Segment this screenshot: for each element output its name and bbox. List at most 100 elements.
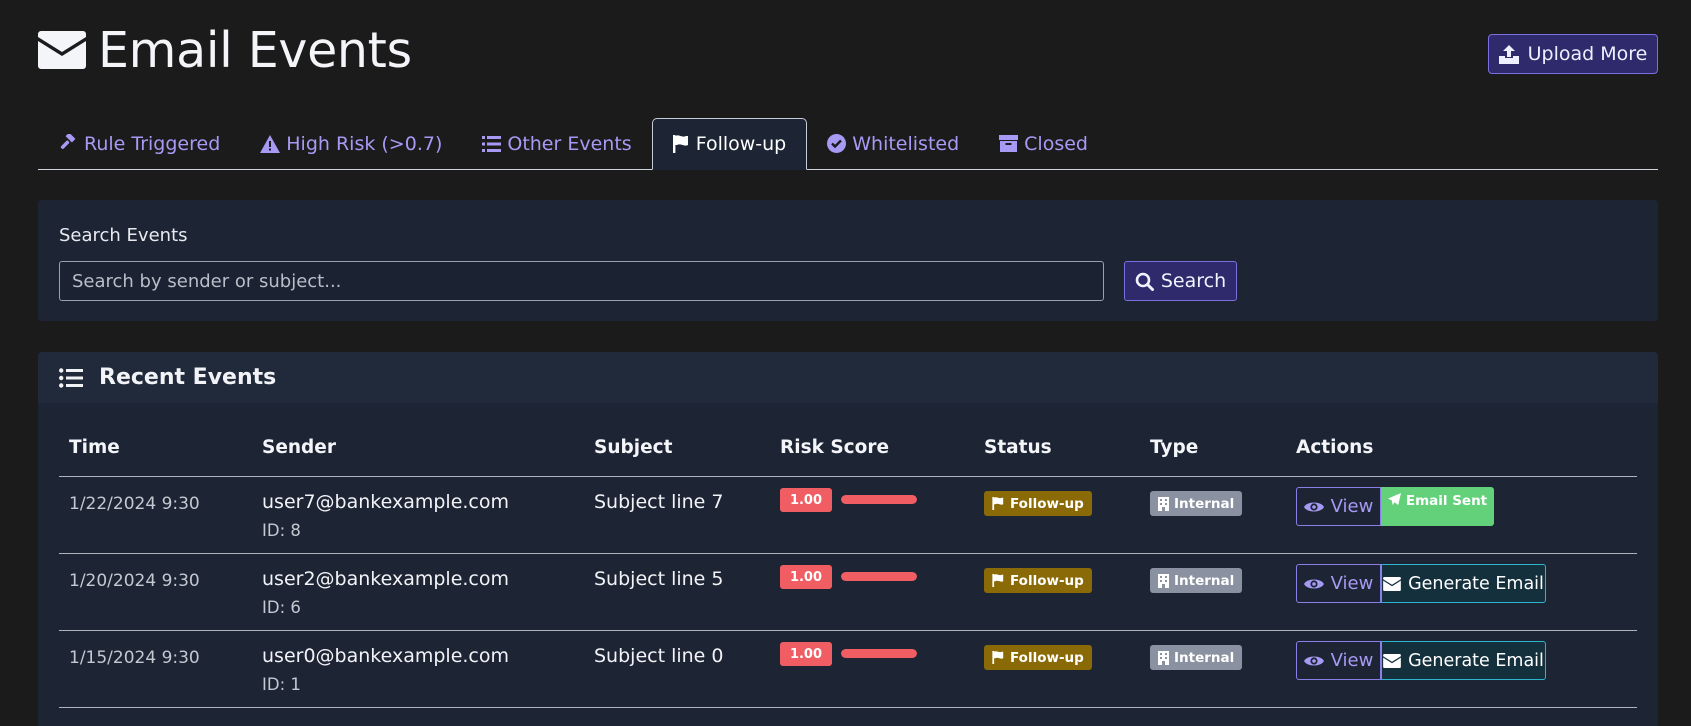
- flag-icon: [992, 574, 1005, 587]
- column-header-sender: Sender: [262, 437, 336, 458]
- building-icon: [1158, 573, 1169, 588]
- gavel-icon: [58, 134, 78, 153]
- event-time: 1/20/2024 9:30: [69, 571, 200, 591]
- search-card: Search Events Search: [38, 200, 1658, 321]
- view-button[interactable]: View: [1296, 487, 1381, 526]
- tab-whitelisted[interactable]: Whitelisted: [807, 118, 979, 169]
- type-label: Internal: [1174, 572, 1235, 589]
- action-label: Generate Email: [1408, 573, 1544, 594]
- check-circle-icon: [827, 134, 847, 153]
- tab-label: Other Events: [507, 132, 632, 155]
- column-header-type: Type: [1150, 437, 1199, 458]
- risk-score-bar-fill: [841, 649, 917, 658]
- event-sender: user2@bankexample.com: [262, 568, 509, 590]
- eye-icon: [1303, 654, 1324, 668]
- risk-score-badge: 1.00: [780, 488, 832, 512]
- search-button-label: Search: [1160, 270, 1227, 292]
- recent-events-card: Recent Events Time Sender Subject Risk S…: [38, 352, 1658, 726]
- tab-rule-triggered[interactable]: Rule Triggered: [38, 118, 240, 169]
- column-header-subject: Subject: [594, 437, 673, 458]
- type-badge: Internal: [1150, 645, 1243, 670]
- column-header-risk-score: Risk Score: [780, 437, 890, 458]
- list-icon: [59, 367, 83, 388]
- action-label: Generate Email: [1408, 650, 1544, 671]
- status-badge: Follow-up: [984, 645, 1092, 670]
- tab-label: High Risk (>0.7): [286, 132, 443, 155]
- risk-score-bar: [841, 495, 917, 504]
- table-row: 1/22/2024 9:30 user7@bankexample.com ID:…: [59, 477, 1637, 554]
- eye-icon: [1303, 500, 1324, 514]
- status-badge: Follow-up: [984, 568, 1092, 593]
- tab-other-events[interactable]: Other Events: [462, 118, 651, 169]
- recent-events-title: Recent Events: [99, 365, 277, 390]
- table-body: 1/22/2024 9:30 user7@bankexample.com ID:…: [59, 477, 1637, 708]
- status-label: Follow-up: [1010, 495, 1084, 512]
- type-badge: Internal: [1150, 491, 1243, 516]
- building-icon: [1158, 650, 1169, 665]
- table-row: 1/15/2024 9:30 user0@bankexample.com ID:…: [59, 631, 1637, 708]
- view-button[interactable]: View: [1296, 641, 1381, 680]
- warning-icon: [260, 134, 281, 153]
- search-icon: [1135, 272, 1154, 291]
- event-subject: Subject line 5: [594, 568, 724, 590]
- event-time: 1/22/2024 9:30: [69, 494, 200, 514]
- recent-events-header: Recent Events: [38, 352, 1658, 403]
- generate-email-button[interactable]: Generate Email: [1381, 641, 1546, 680]
- event-id: ID: 8: [262, 521, 301, 540]
- action-label: Email Sent: [1405, 493, 1488, 509]
- event-tabs: Rule Triggered High Risk (>0.7) Other Ev…: [38, 118, 1658, 170]
- view-label: View: [1330, 573, 1374, 594]
- column-header-status: Status: [984, 437, 1052, 458]
- tab-closed[interactable]: Closed: [979, 118, 1108, 169]
- tab-high-risk[interactable]: High Risk (>0.7): [240, 118, 462, 169]
- events-table: Time Sender Subject Risk Score Status Ty…: [59, 419, 1637, 708]
- status-badge: Follow-up: [984, 491, 1092, 516]
- eye-icon: [1303, 577, 1324, 591]
- generate-email-button[interactable]: Generate Email: [1381, 564, 1546, 603]
- email-sent-button[interactable]: Email Sent: [1381, 487, 1494, 526]
- page-title-text: Email Events: [98, 21, 412, 79]
- page-title: Email Events: [38, 21, 412, 79]
- search-label: Search Events: [59, 225, 188, 246]
- tab-follow-up[interactable]: Follow-up: [651, 118, 808, 170]
- envelope-icon: [38, 31, 86, 69]
- risk-score-bar-fill: [841, 495, 917, 504]
- event-id: ID: 6: [262, 598, 301, 617]
- risk-score-badge: 1.00: [780, 565, 832, 589]
- event-subject: Subject line 0: [594, 645, 724, 667]
- view-label: View: [1330, 650, 1374, 671]
- flag-icon: [672, 135, 690, 153]
- search-input[interactable]: [59, 261, 1104, 301]
- event-id: ID: 1: [262, 675, 301, 694]
- flag-icon: [992, 497, 1005, 510]
- tab-label: Whitelisted: [852, 132, 960, 155]
- column-header-actions: Actions: [1296, 437, 1374, 458]
- building-icon: [1158, 496, 1169, 511]
- search-button[interactable]: Search: [1124, 261, 1237, 301]
- table-header: Time Sender Subject Risk Score Status Ty…: [59, 419, 1637, 477]
- list-icon: [482, 135, 502, 152]
- paper-plane-icon: [1387, 493, 1401, 506]
- event-time: 1/15/2024 9:30: [69, 648, 200, 668]
- view-button[interactable]: View: [1296, 564, 1381, 603]
- upload-more-button[interactable]: Upload More: [1488, 34, 1658, 74]
- type-label: Internal: [1174, 649, 1235, 666]
- column-header-time: Time: [69, 437, 120, 458]
- status-label: Follow-up: [1010, 572, 1084, 589]
- risk-score-bar: [841, 649, 917, 658]
- status-label: Follow-up: [1010, 649, 1084, 666]
- envelope-icon: [1383, 576, 1401, 591]
- archive-icon: [999, 135, 1019, 152]
- event-sender: user0@bankexample.com: [262, 645, 509, 667]
- tab-label: Rule Triggered: [84, 132, 221, 155]
- view-label: View: [1330, 496, 1374, 517]
- upload-more-label: Upload More: [1527, 43, 1648, 65]
- event-subject: Subject line 7: [594, 491, 724, 513]
- event-sender: user7@bankexample.com: [262, 491, 509, 513]
- risk-score-bar-fill: [841, 572, 917, 581]
- tab-label: Follow-up: [695, 133, 787, 155]
- flag-icon: [992, 651, 1005, 664]
- envelope-icon: [1383, 653, 1401, 668]
- upload-icon: [1498, 44, 1519, 64]
- type-badge: Internal: [1150, 568, 1243, 593]
